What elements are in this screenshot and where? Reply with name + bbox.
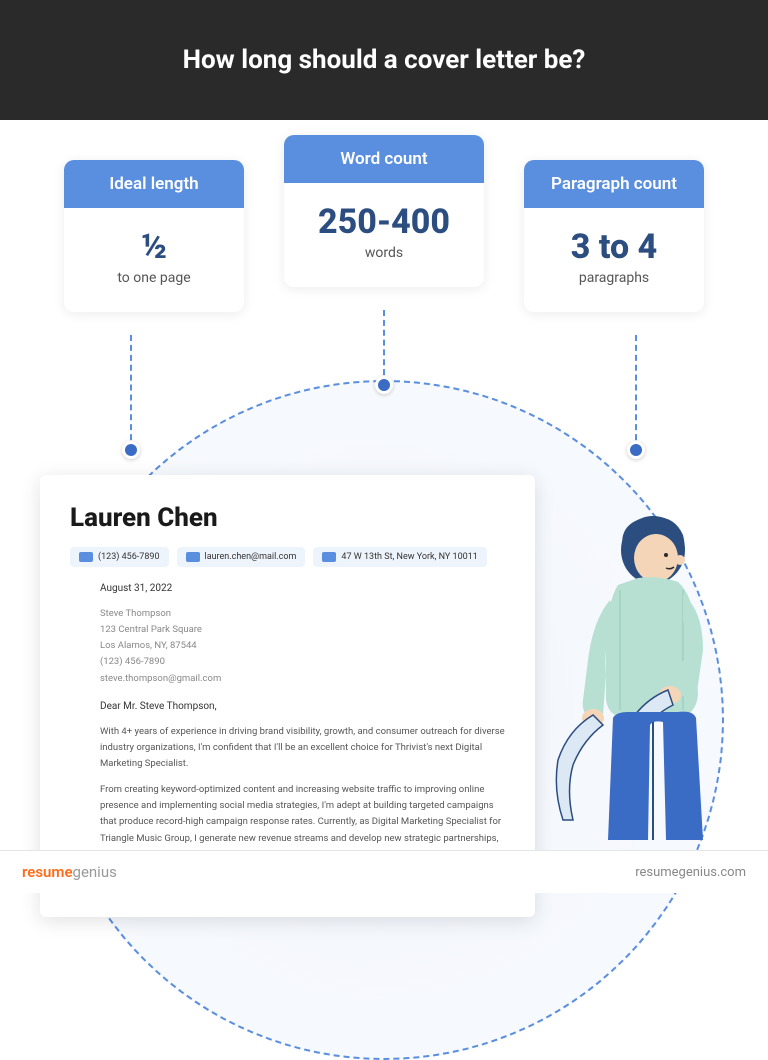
recipient-address: Steve Thompson 123 Central Park Square L… [100,606,505,687]
recipient-email: steve.thompson@gmail.com [100,671,505,687]
page-title: How long should a cover letter be? [183,45,586,75]
card-label: Paragraph count [524,160,704,208]
letter-body: August 31, 2022 Steve Thompson 123 Centr… [70,583,505,879]
connector-dot [122,441,140,459]
connector-dot [375,376,393,394]
card-body: ½ to one page [64,208,244,312]
recipient-phone: (123) 456-7890 [100,654,505,670]
contact-address: 47 W 13th St, New York, NY 10011 [313,547,486,567]
applicant-name: Lauren Chen [70,503,505,533]
content-area: Ideal length ½ to one page Word count 25… [0,120,768,850]
card-ideal-length: Ideal length ½ to one page [64,160,244,312]
card-subtext: paragraphs [544,270,684,286]
person-illustration [548,500,738,844]
logo-part-2: genius [73,863,117,881]
connector-dot [627,441,645,459]
card-value: 250-400 [304,205,464,239]
phone-icon [79,552,93,562]
recipient-street: 123 Central Park Square [100,622,505,638]
connector-line [635,335,637,450]
connector-line [130,335,132,450]
card-subtext: words [304,245,464,261]
site-url: resumegenius.com [635,865,746,880]
connector-left [130,335,132,450]
connector-middle [383,310,385,385]
mail-icon [186,552,200,562]
card-value: 3 to 4 [544,230,684,264]
letter-date: August 31, 2022 [100,583,505,594]
brand-logo: resumegenius [22,863,117,881]
card-body: 3 to 4 paragraphs [524,208,704,312]
card-label: Word count [284,135,484,183]
info-cards-row: Ideal length ½ to one page Word count 25… [0,120,768,312]
page-header: How long should a cover letter be? [0,0,768,120]
contact-text: lauren.chen@mail.com [205,552,297,562]
recipient-city: Los Alamos, NY, 87544 [100,638,505,654]
contact-text: 47 W 13th St, New York, NY 10011 [341,552,477,562]
card-label: Ideal length [64,160,244,208]
connector-right [635,335,637,450]
card-subtext: to one page [84,270,224,286]
card-word-count: Word count 250-400 words [284,135,484,287]
footer: resumegenius resumegenius.com [0,850,768,893]
contact-text: (123) 456-7890 [98,552,160,562]
greeting: Dear Mr. Steve Thompson, [100,701,505,712]
contact-email: lauren.chen@mail.com [177,547,306,567]
card-body: 250-400 words [284,183,484,287]
contact-phone: (123) 456-7890 [70,547,169,567]
paragraph-1: With 4+ years of experience in driving b… [100,724,505,772]
logo-part-1: resume [22,863,73,881]
contact-row: (123) 456-7890 lauren.chen@mail.com 47 W… [70,547,505,567]
recipient-name: Steve Thompson [100,606,505,622]
card-value: ½ [84,230,224,264]
card-paragraph-count: Paragraph count 3 to 4 paragraphs [524,160,704,312]
location-icon [322,552,336,562]
connector-line [383,310,385,385]
